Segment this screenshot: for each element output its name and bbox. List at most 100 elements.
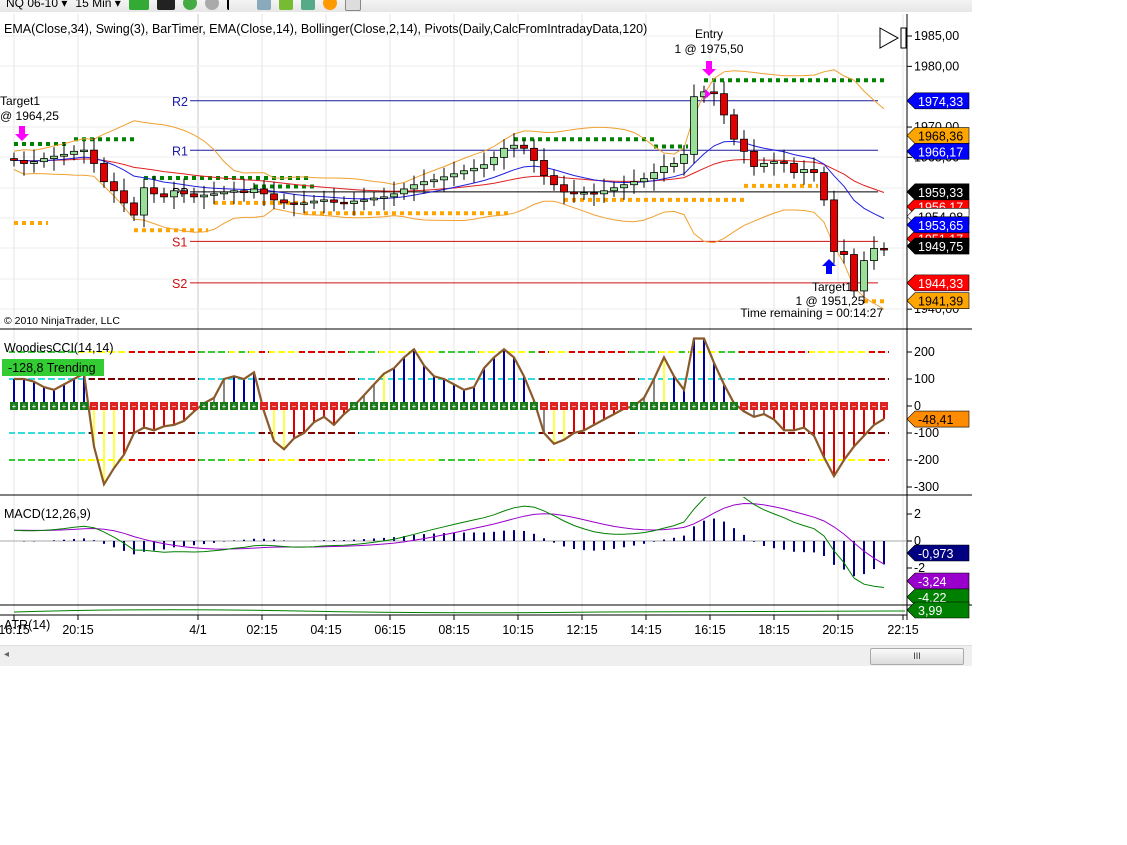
scrollbar-thumb[interactable]: III [870, 648, 964, 665]
candle-body [680, 153, 688, 164]
pivot-label-r2: R2 [172, 95, 188, 109]
cci-marker-glyph: + [232, 402, 237, 411]
cci-marker-glyph: − [552, 402, 557, 411]
time-label: 16:15 [694, 623, 725, 637]
data-box-icon[interactable] [256, 0, 271, 10]
pivot-label-r1: R1 [172, 144, 188, 158]
macd-axis-label: 2 [914, 507, 921, 521]
cci-marker-glyph: − [782, 402, 787, 411]
candle-body [580, 192, 588, 195]
cci-marker-glyph: − [302, 402, 307, 411]
candle-body [840, 251, 848, 255]
cci-marker-glyph: − [192, 402, 197, 411]
scroll-to-end-icon[interactable] [879, 27, 907, 49]
candle-body [290, 202, 298, 205]
zoom-in-icon[interactable] [182, 0, 197, 10]
cci-marker-glyph: − [742, 402, 747, 411]
price-tag: 1974,33 [918, 95, 963, 109]
cci-marker-glyph: + [362, 402, 367, 411]
time-label: 04:15 [310, 623, 341, 637]
scroll-left-arrow-icon[interactable]: ◂ [4, 649, 9, 660]
time-label: 18:15 [758, 623, 789, 637]
cci-marker-glyph: − [602, 402, 607, 411]
zoom-out-icon[interactable] [204, 0, 219, 10]
cci-marker-glyph: − [122, 402, 127, 411]
candle-body [420, 181, 428, 186]
cci-marker-glyph: − [312, 402, 317, 411]
candle-body [450, 173, 458, 178]
cci-marker-glyph: + [422, 402, 427, 411]
candle-body [820, 172, 828, 201]
cci-axis-label: -300 [914, 480, 939, 494]
candle-body [480, 164, 488, 169]
cci-marker-glyph: + [732, 402, 737, 411]
candle-body [730, 114, 738, 140]
cci-marker-glyph: + [62, 402, 67, 411]
cci-label: WoodiesCCI(14,14) [4, 341, 114, 355]
cci-marker-glyph: + [492, 402, 497, 411]
cci-marker-glyph: + [22, 402, 27, 411]
chart-trader-icon[interactable] [300, 0, 315, 10]
candle-body [150, 187, 158, 195]
candle-body [160, 193, 168, 198]
candle-body [640, 178, 648, 183]
crosshair-icon[interactable] [226, 0, 249, 10]
cci-marker-glyph: + [382, 402, 387, 411]
candle-body [500, 147, 508, 158]
candle-body [230, 190, 238, 193]
price-tag: 1944,33 [918, 277, 963, 291]
candle-body [340, 201, 348, 205]
candle-body [250, 188, 258, 194]
candle-body [280, 199, 288, 204]
price-chart[interactable]: R2R1PPS1S2 ++++++++−−−−−−−−−−−++++++−−−−… [0, 12, 972, 665]
cci-marker-glyph: + [452, 402, 457, 411]
cci-marker-glyph: − [622, 402, 627, 411]
cci-marker-glyph: + [42, 402, 47, 411]
candle-body [540, 160, 548, 177]
atr-value-tag: 3,99 [918, 604, 942, 618]
cci-marker-glyph: + [632, 402, 637, 411]
cci-marker-glyph: + [72, 402, 77, 411]
candle-body [30, 161, 38, 164]
candle-body [710, 91, 718, 95]
chart-area[interactable]: R2R1PPS1S2 ++++++++−−−−−−−−−−−++++++−−−−… [0, 12, 972, 665]
candle-body [590, 192, 598, 195]
cci-marker-glyph: − [322, 402, 327, 411]
candlestick-style-icon[interactable] [128, 0, 149, 10]
candle-body [310, 200, 318, 204]
cci-axis-label: -200 [914, 453, 939, 467]
cci-marker-glyph: + [682, 402, 687, 411]
cci-marker-glyph: + [412, 402, 417, 411]
cci-marker-glyph: − [292, 402, 297, 411]
time-label: 02:15 [246, 623, 277, 637]
candle-body [720, 93, 728, 116]
price-tag: 1966,17 [918, 145, 963, 159]
currency-icon[interactable] [322, 0, 337, 10]
price-panel: R2R1PPS1S2 [10, 69, 888, 310]
properties-icon[interactable] [344, 0, 361, 11]
interval-selector[interactable]: 15 Min ▾ [75, 0, 120, 10]
strategy-icon[interactable] [278, 0, 293, 10]
cci-marker-glyph: + [202, 402, 207, 411]
copyright-text: © 2010 NinjaTrader, LLC [4, 315, 120, 327]
target-arrow-icon [15, 126, 29, 141]
cci-marker-glyph: + [532, 402, 537, 411]
instrument-selector[interactable]: NQ 06-10 ▾ [6, 0, 67, 10]
cci-marker-glyph: + [722, 402, 727, 411]
atr-line [13, 609, 906, 614]
horizontal-scrollbar[interactable]: ◂ III [0, 645, 972, 666]
cci-marker-glyph: + [82, 402, 87, 411]
drawing-tool-icon[interactable] [156, 0, 175, 10]
cci-marker-glyph: + [502, 402, 507, 411]
cci-marker-glyph: − [852, 402, 857, 411]
cci-marker-glyph: − [562, 402, 567, 411]
chevron-down-icon: ▾ [61, 0, 68, 10]
candle-body [10, 158, 18, 161]
candle-body [870, 248, 878, 261]
cci-marker-glyph: − [92, 402, 97, 411]
time-label: 20:15 [62, 623, 93, 637]
candle-body [200, 194, 208, 198]
candle-body [320, 199, 328, 202]
time-label: 20:15 [822, 623, 853, 637]
candle-body [100, 163, 108, 183]
